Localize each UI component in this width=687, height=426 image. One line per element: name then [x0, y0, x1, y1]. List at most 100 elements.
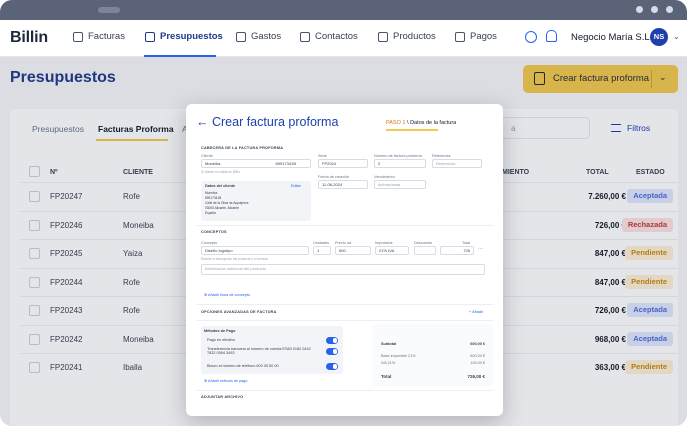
contacts-icon — [300, 31, 310, 42]
ref-field[interactable]: Referencia — [432, 159, 482, 168]
products-icon — [378, 31, 388, 42]
nav-gastos[interactable]: Gastos — [236, 31, 281, 42]
nav-label: Productos — [393, 31, 436, 42]
window-chrome — [0, 0, 687, 20]
summary-subtotal: Subtotal 600,00 € — [381, 342, 485, 346]
nav-label: Pagos — [470, 31, 497, 42]
client-data-line: Calle de la Oliva de Alquejeros — [205, 201, 249, 205]
payment-methods-card: Métodos de Pago Pago en efectivo Transfe… — [201, 326, 343, 374]
fecha-value: 11-06-2024 — [322, 182, 343, 187]
back-arrow-icon[interactable]: ← — [196, 115, 209, 129]
window-dot[interactable] — [636, 6, 643, 13]
summary-value: 600,00 € — [470, 342, 485, 346]
concept-label: Concepto — [201, 241, 218, 245]
step-indicator: PASO 1 \ Datos de la factura — [386, 120, 457, 126]
venc-field[interactable]: dd/mm/aaaa — [374, 180, 426, 189]
payment-toggle[interactable] — [326, 348, 338, 355]
divider — [196, 390, 493, 391]
payment-methods-title: Métodos de Pago — [204, 329, 236, 333]
advanced-add-link[interactable]: + Añadir — [469, 310, 483, 314]
more-options-icon[interactable]: ⋯ — [478, 246, 483, 252]
payment-method: Transferencia bancaria al número de cuen… — [207, 347, 311, 355]
client-data-line: Moneiba — [205, 191, 218, 195]
nav-facturas[interactable]: Facturas — [73, 31, 125, 42]
modal-title: ← Crear factura proforma — [196, 115, 338, 129]
divider — [196, 304, 493, 305]
fecha-field[interactable]: 11-06-2024 — [318, 180, 368, 189]
add-payment-method-button[interactable]: ⊕ Añadir método de pago — [204, 378, 248, 383]
edit-client-link[interactable]: Editar — [291, 184, 301, 188]
invoice-icon — [73, 31, 83, 42]
discount-field[interactable] — [414, 246, 436, 255]
attach-file-header[interactable]: ADJUNTAR ARCHIVO — [201, 395, 243, 399]
numero-value: 2 — [378, 161, 381, 166]
numero-field[interactable]: 2 — [374, 159, 426, 168]
units-value: 1 — [317, 248, 320, 253]
divider — [196, 320, 493, 321]
units-field[interactable]: 1 — [313, 246, 331, 255]
add-line-button[interactable]: ⊕ Añadir línea de concepto — [204, 292, 250, 297]
taxes-select[interactable]: 21% IVA — [375, 246, 409, 255]
avatar[interactable]: NS — [650, 28, 668, 46]
concept-value: Diseño logotipo — [205, 248, 233, 253]
business-name[interactable]: Negocio María S.L. — [571, 32, 652, 43]
nav-presupuestos[interactable]: Presupuestos — [145, 31, 223, 42]
expenses-icon — [236, 31, 246, 42]
payment-method: Bizum al número de teléfono 600 05 50 00 — [207, 364, 279, 368]
summary-total: Total 726,00 € — [381, 374, 485, 379]
advanced-options-header[interactable]: OPCIONES AVANZADAS DE FACTURA — [201, 310, 277, 314]
client-data-card: Datos del cliente Editar Moneiba 8991734… — [201, 181, 311, 221]
summary-label: IVA 21% — [381, 361, 396, 365]
client-value: Moneiba — [205, 161, 221, 166]
discount-label: Descuento — [414, 241, 433, 245]
nav-productos[interactable]: Productos — [378, 31, 436, 42]
serie-select[interactable]: FP2024 — [318, 159, 368, 168]
window-handle — [98, 7, 120, 13]
serie-value: FP2024 — [322, 161, 337, 166]
step-underline — [386, 129, 438, 131]
summary-iva: IVA 21% 126,00 € — [381, 361, 485, 365]
nav-pagos[interactable]: Pagos — [455, 31, 497, 42]
client-data-title: Datos del cliente — [205, 184, 236, 188]
serie-label: Serie — [318, 154, 327, 158]
payments-icon — [455, 31, 465, 42]
price-field[interactable]: 600 — [335, 246, 371, 255]
summary-label: Subtotal — [381, 342, 397, 346]
client-field[interactable]: Moneiba 89917341B — [201, 159, 311, 168]
payment-toggle[interactable] — [326, 363, 338, 370]
price-label: Precio ud. — [335, 241, 353, 245]
section-header: CABECERA DE LA FACTURA PROFORMA — [201, 146, 284, 150]
window-dot[interactable] — [666, 6, 673, 13]
summary-total-value: 726,00 € — [467, 374, 485, 379]
support-icon[interactable] — [525, 31, 537, 43]
budget-icon — [145, 31, 155, 42]
concept-hint: Escribe la descripción del producto o el… — [201, 257, 269, 261]
extra-info-field[interactable]: Información adicional del producto — [201, 264, 485, 275]
add-line-label: Añadir línea de concepto — [208, 293, 251, 297]
client-label: Cliente — [201, 154, 213, 158]
concepts-header: CONCEPTOS — [201, 230, 227, 234]
extra-info-placeholder: Información adicional del producto — [205, 266, 266, 271]
bell-icon[interactable] — [546, 30, 557, 42]
line-total-value: 726 — [463, 248, 470, 253]
chevron-down-icon[interactable]: ⌄ — [673, 32, 680, 41]
client-data-line: 03005 Alicante, Alicante — [205, 206, 239, 210]
concept-field[interactable]: Diseño logotipo — [201, 246, 309, 255]
client-id: 89917341B — [275, 161, 296, 166]
venc-label: Vencimiento — [374, 175, 395, 179]
add-payment-label: Añadir método de pago — [208, 379, 248, 383]
proforma-modal: ← Crear factura proforma PASO 1 \ Datos … — [186, 104, 503, 416]
billin-logo[interactable]: Billin — [10, 29, 48, 47]
nav-contactos[interactable]: Contactos — [300, 31, 358, 42]
app-frame: Billin Facturas Presupuestos Gastos Cont… — [0, 0, 687, 426]
summary-total-label: Total — [381, 374, 392, 379]
client-data-line: España — [205, 211, 216, 215]
numero-label: Número de factura proforma — [374, 154, 422, 158]
summary-base: Base imponible 21% 600,00 € — [381, 354, 485, 358]
fecha-label: Fecha de creación — [318, 175, 350, 179]
step-prefix: PASO 1 — [386, 120, 406, 126]
nav-label: Gastos — [251, 31, 282, 42]
payment-toggle[interactable] — [326, 337, 338, 344]
window-dot[interactable] — [651, 6, 658, 13]
summary-value: 600,00 € — [470, 354, 485, 358]
